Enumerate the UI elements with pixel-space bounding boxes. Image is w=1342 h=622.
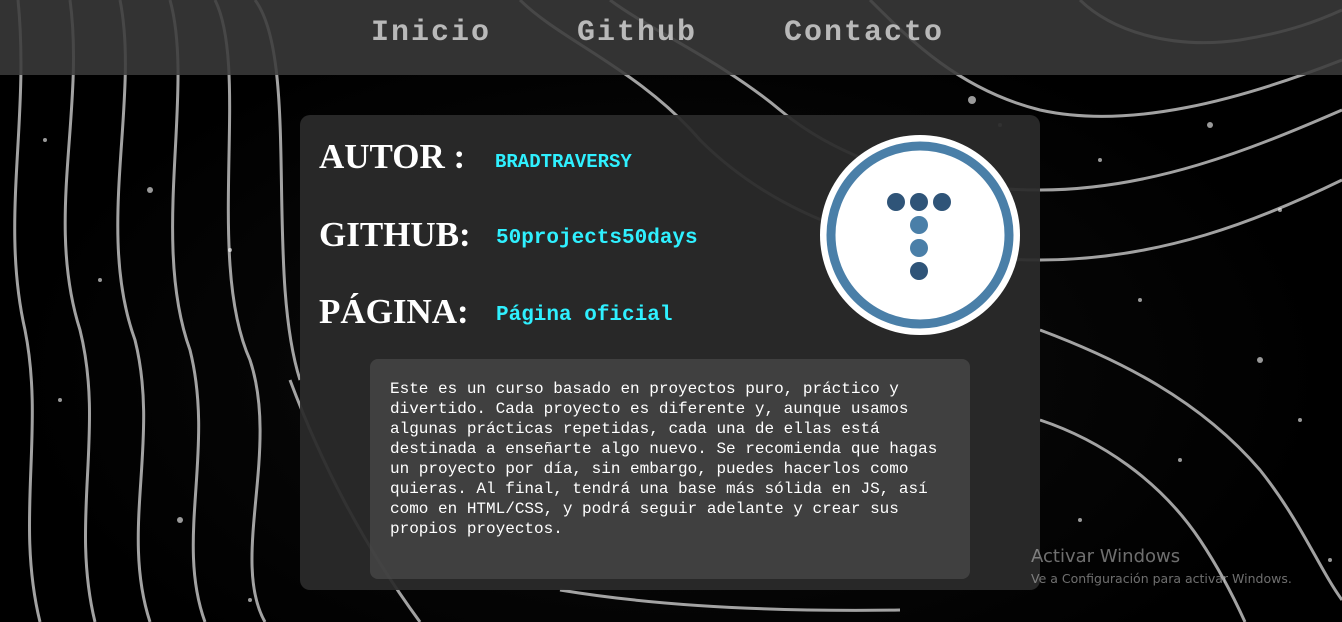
page-label: PÁGINA: bbox=[319, 292, 469, 331]
traversy-media-logo-icon bbox=[820, 135, 1020, 335]
page: Inicio Github Contacto AUTOR : BRADTRAVE… bbox=[0, 0, 1342, 622]
nav-link-contacto[interactable]: Contacto bbox=[784, 16, 944, 50]
github-repo-link[interactable]: 50projects50days bbox=[496, 227, 698, 250]
nav-link-inicio[interactable]: Inicio bbox=[371, 16, 491, 50]
windows-activation-subtitle: Ve a Configuración para activar Windows. bbox=[1031, 571, 1292, 586]
top-navbar: Inicio Github Contacto bbox=[0, 0, 1342, 75]
github-label: GITHUB: bbox=[319, 215, 471, 254]
official-page-link[interactable]: Página oficial bbox=[496, 304, 672, 327]
course-description: Este es un curso basado en proyectos pur… bbox=[390, 380, 938, 538]
course-info-card: AUTOR : BRADTRAVERSY GITHUB: 50projects5… bbox=[300, 115, 1040, 590]
windows-activation-title: Activar Windows bbox=[1031, 546, 1181, 567]
author-link[interactable]: BRADTRAVERSY bbox=[495, 151, 632, 173]
author-label: AUTOR : bbox=[319, 137, 466, 176]
course-description-box: Este es un curso basado en proyectos pur… bbox=[370, 359, 970, 579]
nav-link-github[interactable]: Github bbox=[577, 16, 697, 50]
